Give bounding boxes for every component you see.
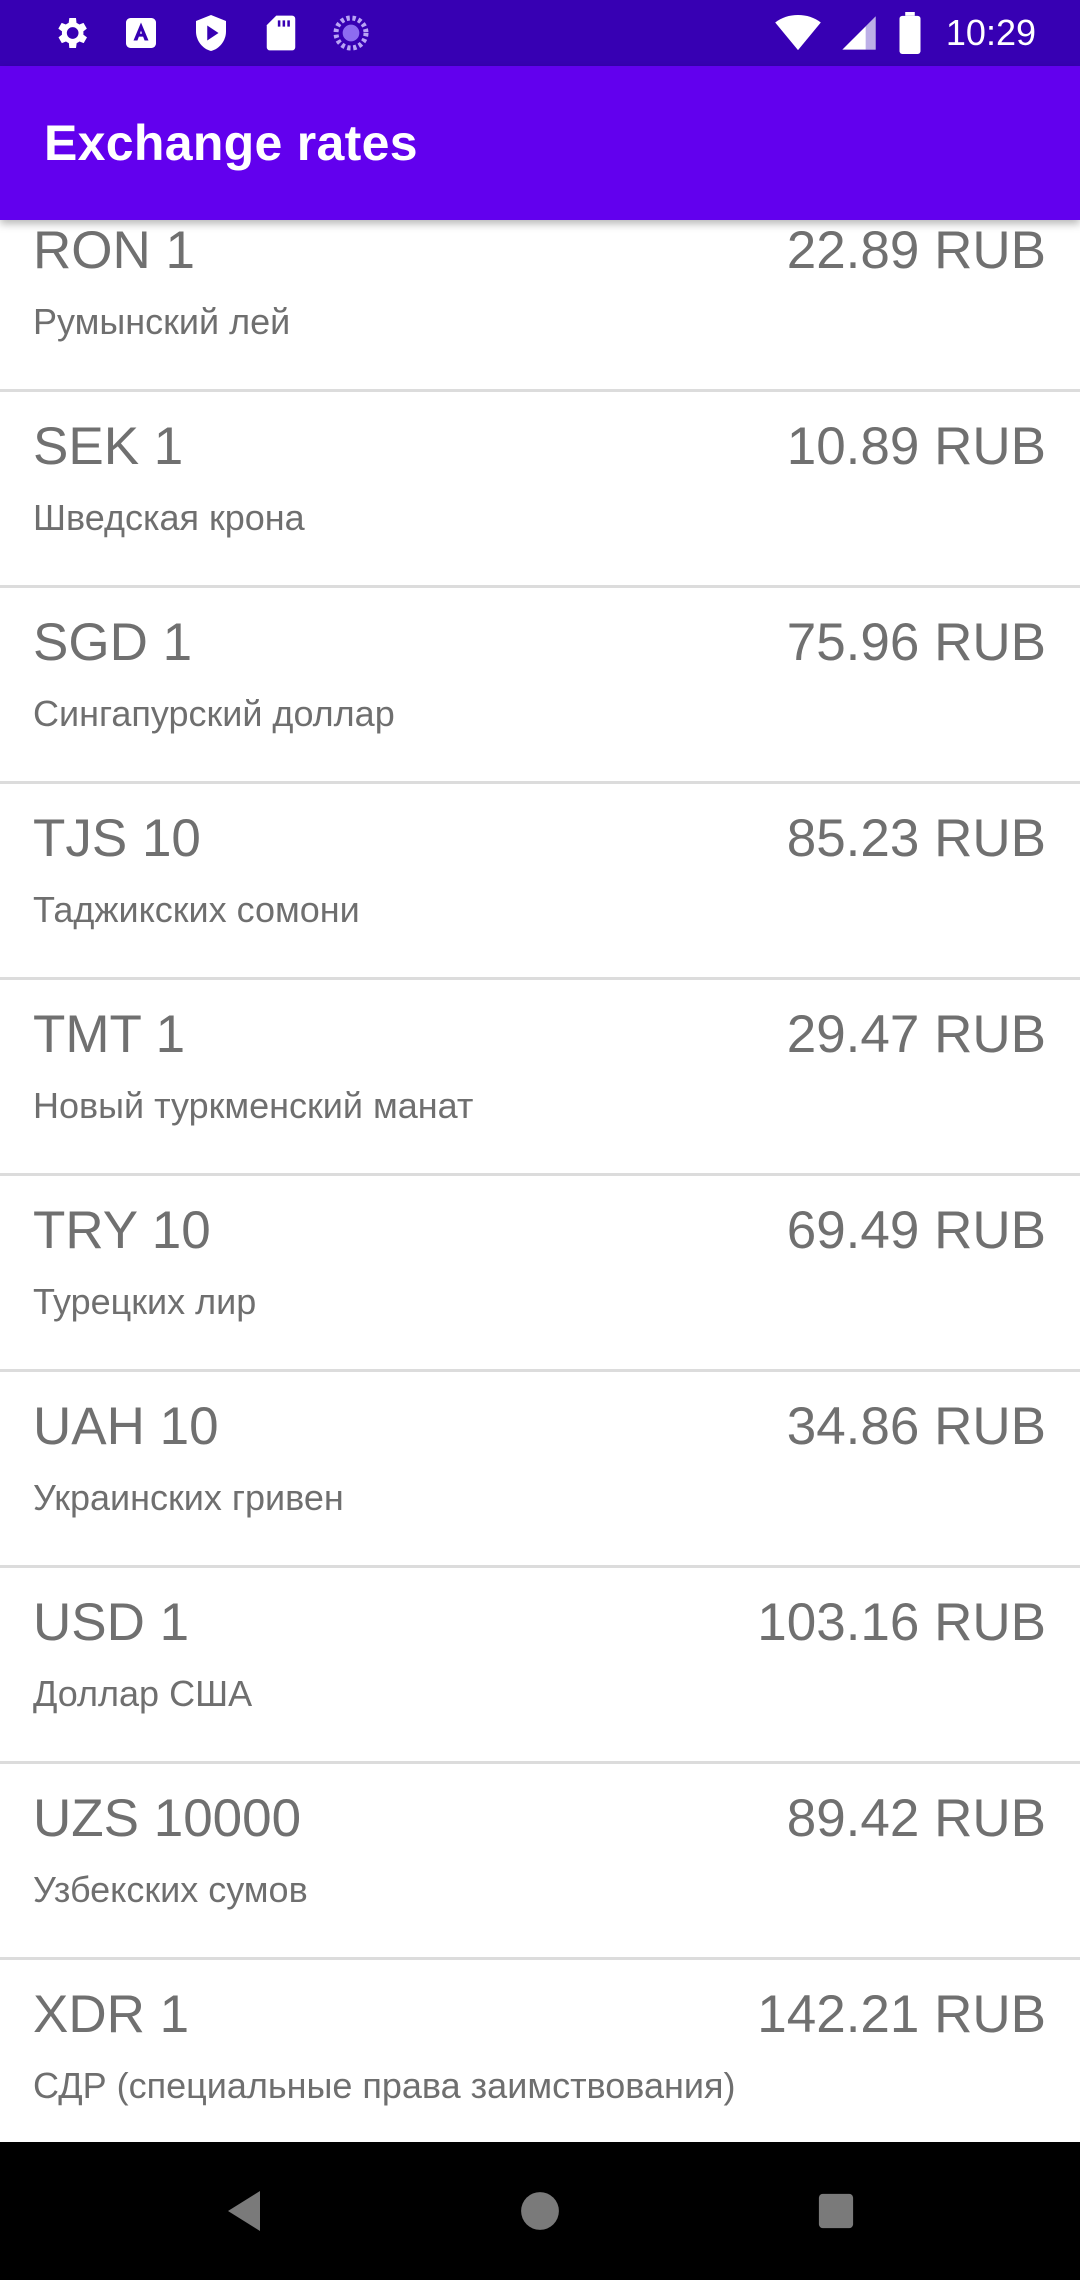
exchange-rate-value: 75.96 RUB	[786, 613, 1046, 672]
exchange-rate-value: 89.42 RUB	[786, 1789, 1046, 1848]
exchange-rate-value: 85.23 RUB	[786, 809, 1046, 868]
exchange-rate-value: 29.47 RUB	[786, 1005, 1046, 1064]
app-title: Exchange rates	[44, 115, 418, 171]
status-left-icons	[50, 12, 372, 54]
rate-row[interactable]: USD 1 Доллар США 103.16 RUB	[0, 1568, 1080, 1764]
currency-code: TJS 10	[33, 809, 201, 868]
navigation-bar	[0, 2142, 1080, 2280]
rates-list[interactable]: RON 1 Румынский лей 22.89 RUB SEK 1 Шведская…	[0, 220, 1080, 2142]
exchange-rate-value: 69.49 RUB	[786, 1201, 1046, 1260]
exchange-rate-value: 22.89 RUB	[786, 221, 1046, 280]
currency-name: Таджикских сомони	[33, 889, 360, 930]
currency-code: UZS 10000	[33, 1789, 302, 1848]
play-shield-icon	[190, 12, 232, 54]
rate-row[interactable]: SGD 1 Сингапурский доллар 75.96 RUB	[0, 588, 1080, 784]
currency-code: UAH 10	[33, 1397, 219, 1456]
currency-name: Украинских гривен	[33, 1477, 344, 1518]
currency-name: Шведская крона	[33, 497, 305, 538]
rate-row[interactable]: TMT 1 Новый туркменский манат 29.47 RUB	[0, 980, 1080, 1176]
sd-card-icon	[260, 12, 302, 54]
battery-icon	[896, 12, 924, 54]
status-right-icons: 10:29	[774, 10, 1036, 56]
currency-name: Турецких лир	[33, 1281, 257, 1322]
loading-icon	[330, 12, 372, 54]
exchange-rate-value: 103.16 RUB	[757, 1593, 1046, 1652]
rate-row[interactable]: SEK 1 Шведская крона 10.89 RUB	[0, 392, 1080, 588]
currency-code: TMT 1	[33, 1005, 186, 1064]
rate-row[interactable]: UAH 10 Украинских гривен 34.86 RUB	[0, 1372, 1080, 1568]
settings-icon	[50, 12, 92, 54]
currency-code: USD 1	[33, 1593, 190, 1652]
currency-name: Румынский лей	[33, 301, 291, 342]
rate-row[interactable]: TJS 10 Таджикских сомони 85.23 RUB	[0, 784, 1080, 980]
status-bar: 10:29	[0, 0, 1080, 66]
app-bar: Exchange rates	[0, 66, 1080, 220]
cell-signal-icon	[838, 12, 880, 54]
back-icon[interactable]	[209, 2176, 279, 2246]
status-time: 10:29	[945, 12, 1036, 53]
currency-code: XDR 1	[33, 1985, 190, 2044]
currency-code: SEK 1	[33, 417, 184, 476]
rate-row[interactable]: XDR 1 СДР (специальные права заимствовани…	[0, 1960, 1080, 2142]
recents-icon[interactable]	[801, 2176, 871, 2246]
home-icon[interactable]	[505, 2176, 575, 2246]
exchange-rate-value: 142.21 RUB	[757, 1985, 1046, 2044]
rate-row[interactable]: UZS 10000 Узбекских сумов 89.42 RUB	[0, 1764, 1080, 1960]
a-badge-icon	[120, 12, 162, 54]
currency-name: Новый туркменский манат	[33, 1085, 474, 1126]
currency-code: TRY 10	[33, 1201, 211, 1260]
rate-row[interactable]: TRY 10 Турецких лир 69.49 RUB	[0, 1176, 1080, 1372]
currency-name: Узбекских сумов	[33, 1869, 308, 1910]
currency-name: Сингапурский доллар	[33, 693, 395, 734]
wifi-icon	[774, 12, 822, 54]
rate-row[interactable]: RON 1 Румынский лей 22.89 RUB	[0, 220, 1080, 392]
currency-code: SGD 1	[33, 613, 193, 672]
exchange-rate-value: 34.86 RUB	[786, 1397, 1046, 1456]
currency-code: RON 1	[33, 221, 195, 280]
currency-name: СДР (специальные права заимствования)	[33, 2065, 736, 2106]
exchange-rate-value: 10.89 RUB	[786, 417, 1046, 476]
currency-name: Доллар США	[33, 1673, 253, 1714]
